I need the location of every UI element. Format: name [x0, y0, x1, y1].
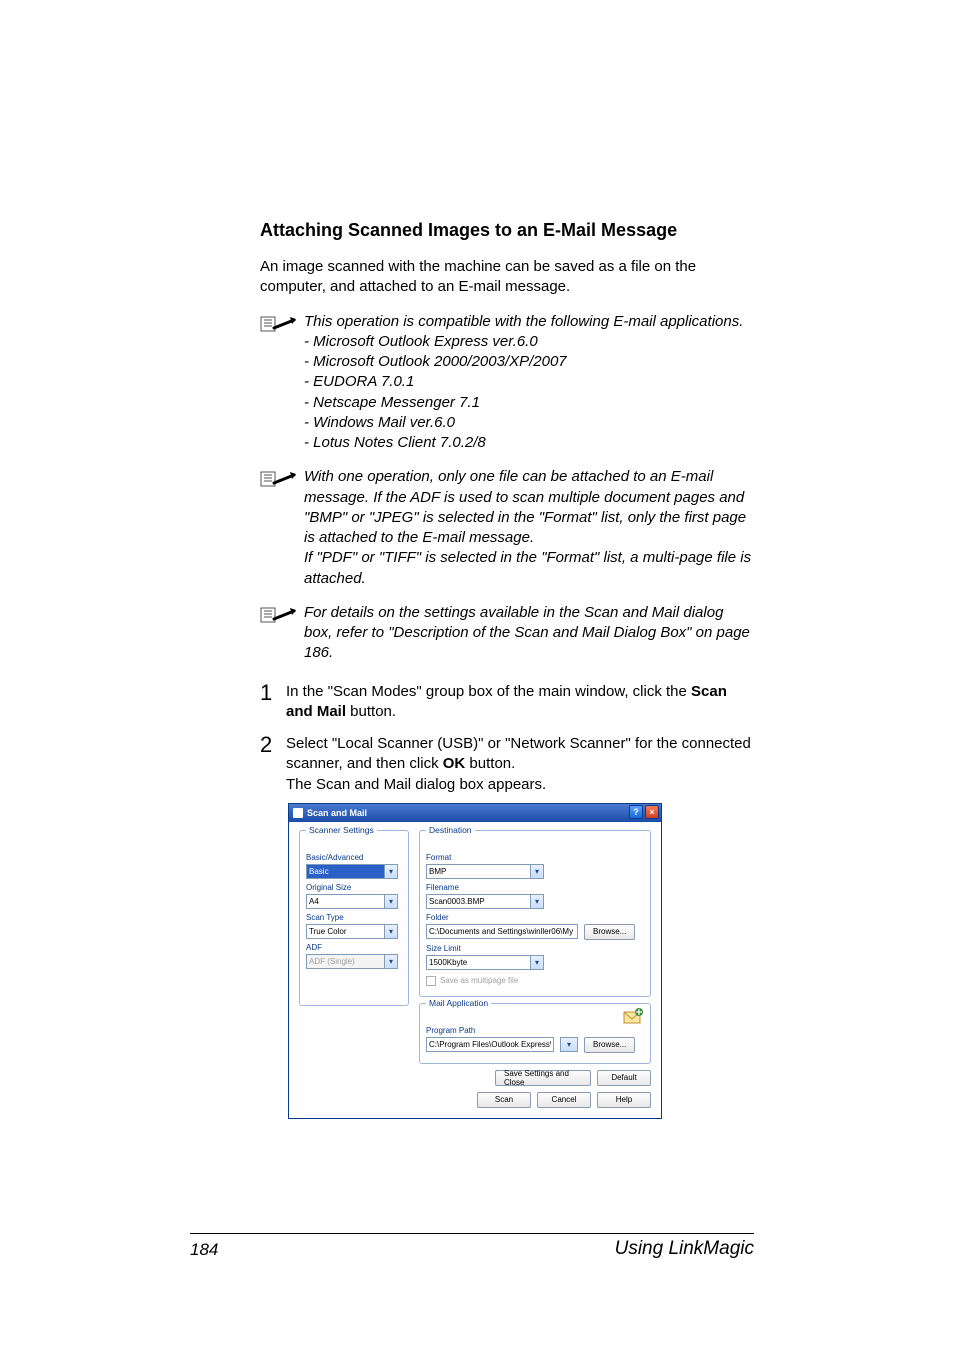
- save-settings-button[interactable]: Save Settings and Close: [495, 1070, 591, 1086]
- adf-value: ADF (Single): [309, 957, 355, 966]
- folder-label: Folder: [426, 913, 644, 922]
- intro-text: An image scanned with the machine can be…: [260, 257, 754, 298]
- dialog-titlebar[interactable]: Scan and Mail ? ×: [289, 804, 661, 822]
- filename-combo[interactable]: Scan0003.BMP ▾: [426, 894, 544, 909]
- footer-section: Using LinkMagic: [615, 1238, 754, 1260]
- scan-and-mail-dialog: Scan and Mail ? × Scanner Settings Basic…: [288, 803, 662, 1119]
- chevron-down-icon: ▾: [384, 925, 397, 938]
- close-button[interactable]: ×: [645, 805, 659, 819]
- note-compat: This operation is compatible with the fo…: [260, 312, 754, 454]
- note-icon: [260, 469, 296, 489]
- folder-value: C:\Documents and Settings\winller06\My D…: [429, 927, 575, 936]
- note3-text: For details on the settings available in…: [304, 603, 754, 664]
- help-dialog-button[interactable]: Help: [597, 1092, 651, 1108]
- folder-input[interactable]: C:\Documents and Settings\winller06\My D…: [426, 924, 578, 939]
- basicadv-label: Basic/Advanced: [306, 853, 402, 862]
- step2-num: 2: [260, 730, 286, 760]
- adf-combo: ADF (Single) ▾: [306, 954, 398, 969]
- step2-c: button.: [465, 755, 515, 772]
- progpath-label: Program Path: [426, 1026, 644, 1035]
- page-footer: 184 Using LinkMagic: [190, 1233, 754, 1260]
- note1-item-5: - Lotus Notes Client 7.0.2/8: [304, 433, 754, 453]
- step-2: 2 Select "Local Scanner (USB)" or "Netwo…: [260, 730, 754, 795]
- chevron-down-icon: ▾: [384, 895, 397, 908]
- folder-browse-button[interactable]: Browse...: [584, 924, 635, 940]
- step-1: 1 In the "Scan Modes" group box of the m…: [260, 678, 754, 723]
- mail-icon: [622, 1008, 644, 1026]
- progpath-input[interactable]: C:\Program Files\Outlook Express\msimn.e…: [426, 1037, 554, 1052]
- step2-a: Select "Local Scanner (USB)" or "Network…: [286, 735, 751, 772]
- destination-group: Destination Format BMP▾ Filename Scan000…: [419, 830, 651, 997]
- cancel-button[interactable]: Cancel: [537, 1092, 591, 1108]
- note1-item-3: - Netscape Messenger 7.1: [304, 393, 754, 413]
- sizelimit-value: 1500Kbyte: [429, 958, 467, 967]
- basicadv-value: Basic: [309, 867, 329, 876]
- step2-d: The Scan and Mail dialog box appears.: [286, 775, 754, 795]
- basicadv-combo[interactable]: Basic ▾: [306, 864, 398, 879]
- adf-label: ADF: [306, 943, 402, 952]
- scantype-combo[interactable]: True Color ▾: [306, 924, 398, 939]
- filename-value: Scan0003.BMP: [429, 897, 485, 906]
- step2-b: OK: [443, 755, 466, 772]
- page-number: 184: [190, 1240, 218, 1260]
- progpath-browse-button[interactable]: Browse...: [584, 1037, 635, 1053]
- note-icon: [260, 605, 296, 625]
- chevron-down-icon: ▾: [561, 1038, 577, 1051]
- note1-item-2: - EUDORA 7.0.1: [304, 372, 754, 392]
- filename-label: Filename: [426, 883, 644, 892]
- chevron-down-icon: ▾: [384, 865, 397, 878]
- origsize-label: Original Size: [306, 883, 402, 892]
- scantype-value: True Color: [309, 927, 347, 936]
- format-combo[interactable]: BMP ▾: [426, 864, 544, 879]
- multipage-label: Save as multipage file: [440, 976, 518, 985]
- scanner-settings-group: Scanner Settings Basic/Advanced Basic▾ O…: [299, 830, 409, 1006]
- scanner-settings-legend: Scanner Settings: [306, 825, 377, 835]
- dialog-title: Scan and Mail: [307, 808, 367, 818]
- note2-p1: With one operation, only one file can be…: [304, 467, 754, 548]
- help-button[interactable]: ?: [629, 805, 643, 819]
- chevron-down-icon: ▾: [530, 865, 543, 878]
- sizelimit-label: Size Limit: [426, 944, 644, 953]
- note-icon: [260, 314, 296, 334]
- step1-num: 1: [260, 678, 286, 708]
- mail-app-group: Mail Application Program Path C:\Program…: [419, 1003, 651, 1064]
- app-icon: [293, 808, 303, 818]
- format-label: Format: [426, 853, 644, 862]
- origsize-combo[interactable]: A4 ▾: [306, 894, 398, 909]
- step1-c: button.: [346, 703, 396, 720]
- chevron-down-icon: ▾: [530, 956, 543, 969]
- scan-button[interactable]: Scan: [477, 1092, 531, 1108]
- note1-item-0: - Microsoft Outlook Express ver.6.0: [304, 332, 754, 352]
- default-button[interactable]: Default: [597, 1070, 651, 1086]
- note1-lead: This operation is compatible with the fo…: [304, 312, 754, 332]
- chevron-down-icon: ▾: [384, 955, 397, 968]
- note-details: For details on the settings available in…: [260, 603, 754, 664]
- note1-item-1: - Microsoft Outlook 2000/2003/XP/2007: [304, 352, 754, 372]
- destination-legend: Destination: [426, 825, 475, 835]
- scantype-label: Scan Type: [306, 913, 402, 922]
- note1-item-4: - Windows Mail ver.6.0: [304, 413, 754, 433]
- progpath-combo[interactable]: ▾: [560, 1037, 578, 1052]
- step1-a: In the "Scan Modes" group box of the mai…: [286, 683, 691, 700]
- note-oneop: With one operation, only one file can be…: [260, 467, 754, 589]
- multipage-checkbox: [426, 976, 436, 986]
- section-heading: Attaching Scanned Images to an E-Mail Me…: [260, 220, 754, 241]
- chevron-down-icon: ▾: [530, 895, 543, 908]
- origsize-value: A4: [309, 897, 319, 906]
- note2-p2: If "PDF" or "TIFF" is selected in the "F…: [304, 548, 754, 589]
- sizelimit-combo[interactable]: 1500Kbyte ▾: [426, 955, 544, 970]
- format-value: BMP: [429, 867, 446, 876]
- progpath-value: C:\Program Files\Outlook Express\msimn.e…: [429, 1040, 551, 1049]
- mail-app-legend: Mail Application: [426, 998, 491, 1008]
